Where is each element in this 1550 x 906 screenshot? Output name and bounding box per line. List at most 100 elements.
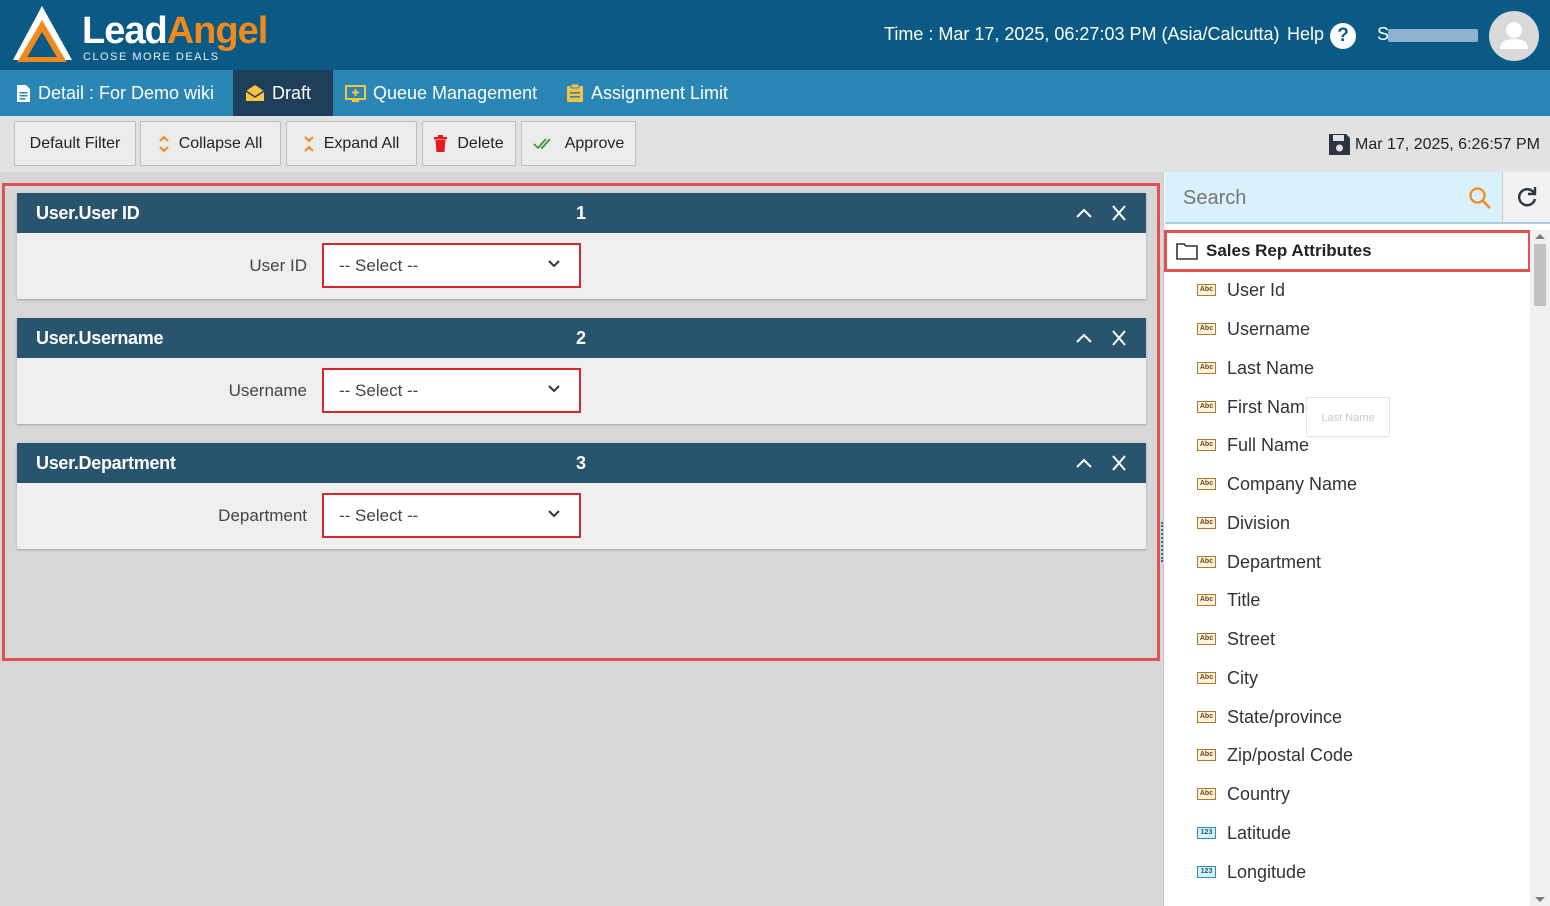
chevron-down-icon (548, 260, 560, 268)
number-type-icon: 123 (1197, 866, 1216, 878)
attribute-label: Street (1227, 628, 1276, 649)
expand-all-label: Expand All (323, 134, 400, 152)
text-type-icon: Abc (1197, 749, 1216, 761)
scroll-down-arrow-icon[interactable] (1535, 897, 1545, 902)
username-redacted (1388, 29, 1478, 42)
list-item[interactable]: Abc City (1197, 666, 1258, 690)
text-type-icon: Abc (1197, 672, 1216, 684)
tab-draft-label: Draft (272, 82, 312, 103)
panel-header: User.Username 2 (17, 318, 1146, 358)
attribute-label: Full Name (1227, 434, 1310, 455)
delete-button[interactable]: Delete (422, 121, 516, 166)
tab-bar: Detail : For Demo wiki Draft Queue Manag… (0, 70, 1550, 116)
sales-rep-attributes-group[interactable]: Sales Rep Attributes (1164, 230, 1531, 272)
expand-all-button[interactable]: Expand All (286, 121, 417, 166)
chevron-up-icon[interactable] (1074, 454, 1094, 472)
user-id-select[interactable]: -- Select -- (322, 243, 581, 288)
text-type-icon: Abc (1197, 323, 1216, 335)
close-icon[interactable] (1109, 204, 1129, 222)
text-type-icon: Abc (1197, 556, 1216, 568)
list-item[interactable]: Abc Title (1197, 588, 1260, 612)
list-item[interactable]: Abc Zip/postal Code (1197, 743, 1353, 767)
list-item[interactable]: Abc State/province (1197, 705, 1342, 729)
help-link[interactable]: Help (1287, 24, 1324, 45)
logo-tagline: CLOSE MORE DEALS (83, 51, 220, 63)
panel-number: 1 (576, 203, 587, 223)
delete-label: Delete (457, 134, 504, 152)
attribute-label: Latitude (1227, 822, 1292, 843)
last-saved-time: Mar 17, 2025, 6:26:57 PM (1355, 135, 1540, 153)
select-value: -- Select -- (339, 256, 419, 275)
default-filter-label: Default Filter (29, 134, 121, 152)
list-item[interactable]: Abc Street (1197, 627, 1275, 651)
attributes-sidebar: Sales Rep Attributes Abc User Id Abc Usern… (1163, 172, 1550, 906)
refresh-icon (1518, 187, 1537, 207)
tab-queue-management[interactable]: Queue Management (345, 70, 537, 116)
scroll-up-arrow-icon[interactable] (1535, 234, 1545, 239)
attribute-label: Zip/postal Code (1227, 744, 1354, 765)
avatar[interactable] (1489, 11, 1539, 61)
attribute-label: Company Name (1227, 473, 1358, 494)
attribute-label: Department (1227, 551, 1322, 572)
department-select[interactable]: -- Select -- (322, 493, 581, 538)
list-item[interactable]: Abc Division (1197, 511, 1290, 535)
tab-detail[interactable]: Detail : For Demo wiki (16, 70, 214, 116)
close-icon[interactable] (1109, 329, 1129, 347)
leadangel-logo[interactable]: LeadAngel CLOSE MORE DEALS (12, 4, 302, 64)
panel-title: User.Department (36, 453, 176, 473)
scroll-thumb[interactable] (1534, 244, 1546, 306)
text-type-icon: Abc (1197, 788, 1216, 800)
help-icon[interactable]: ? (1330, 23, 1356, 49)
list-item[interactable]: Abc Full Name (1197, 433, 1309, 457)
search-icon[interactable] (1468, 186, 1492, 210)
list-item[interactable]: 123 Latitude (1197, 821, 1291, 845)
logo-angel: Angel (166, 10, 269, 52)
collapse-arrows-icon (158, 135, 169, 152)
list-item[interactable]: Abc Last Name (1197, 356, 1314, 380)
attribute-label: Division (1227, 512, 1291, 533)
list-item[interactable]: Abc Country (1197, 782, 1290, 806)
drag-tooltip: Last Name (1306, 397, 1390, 437)
refresh-button[interactable] (1502, 172, 1550, 224)
folder-icon (1176, 243, 1198, 260)
field-label: User ID (249, 256, 307, 275)
tab-queue-management-label: Queue Management (373, 82, 538, 103)
attribute-label: State/province (1227, 706, 1343, 727)
text-type-icon: Abc (1197, 711, 1216, 723)
chevron-up-icon[interactable] (1074, 204, 1094, 222)
trash-icon (434, 135, 448, 152)
collapse-all-button[interactable]: Collapse All (140, 121, 281, 166)
tab-draft[interactable]: Draft (233, 70, 333, 116)
list-item[interactable]: Abc User Id (1197, 278, 1285, 302)
close-icon[interactable] (1109, 454, 1129, 472)
text-type-icon: Abc (1197, 401, 1216, 413)
tab-assignment-limit[interactable]: Assignment Limit (566, 70, 728, 116)
logo-text: LeadAngel (82, 10, 269, 53)
queue-add-icon (345, 84, 366, 102)
envelope-open-icon (245, 85, 265, 101)
attribute-label: Longitude (1227, 861, 1307, 882)
approve-button[interactable]: Approve (521, 121, 636, 166)
attribute-label: City (1227, 667, 1258, 688)
list-item[interactable]: Abc First Name (1197, 395, 1315, 419)
list-item[interactable]: Abc Department (1197, 550, 1321, 574)
attribute-label: First Name (1227, 396, 1316, 417)
list-item[interactable]: Abc Username (1197, 317, 1310, 341)
app-header: LeadAngel CLOSE MORE DEALS Time : Mar 17… (0, 0, 1550, 70)
list-item[interactable]: Abc Company Name (1197, 472, 1357, 496)
search-box (1165, 172, 1502, 224)
panel-title: User.User ID (36, 203, 140, 223)
default-filter-button[interactable]: Default Filter (14, 121, 136, 166)
panel-title: User.Username (36, 328, 164, 348)
attribute-label: Last Name (1227, 357, 1315, 378)
sidebar-scrollbar[interactable] (1530, 230, 1550, 906)
list-item[interactable]: 123 Longitude (1197, 860, 1306, 884)
text-type-icon: Abc (1197, 517, 1216, 529)
user-avatar-icon (1500, 22, 1528, 49)
attribute-label: Country (1227, 783, 1291, 804)
search-input[interactable] (1183, 184, 1453, 212)
tab-assignment-limit-label: Assignment Limit (591, 82, 729, 103)
username-select[interactable]: -- Select -- (322, 368, 581, 413)
chevron-up-icon[interactable] (1074, 329, 1094, 347)
select-value: -- Select -- (339, 381, 419, 400)
